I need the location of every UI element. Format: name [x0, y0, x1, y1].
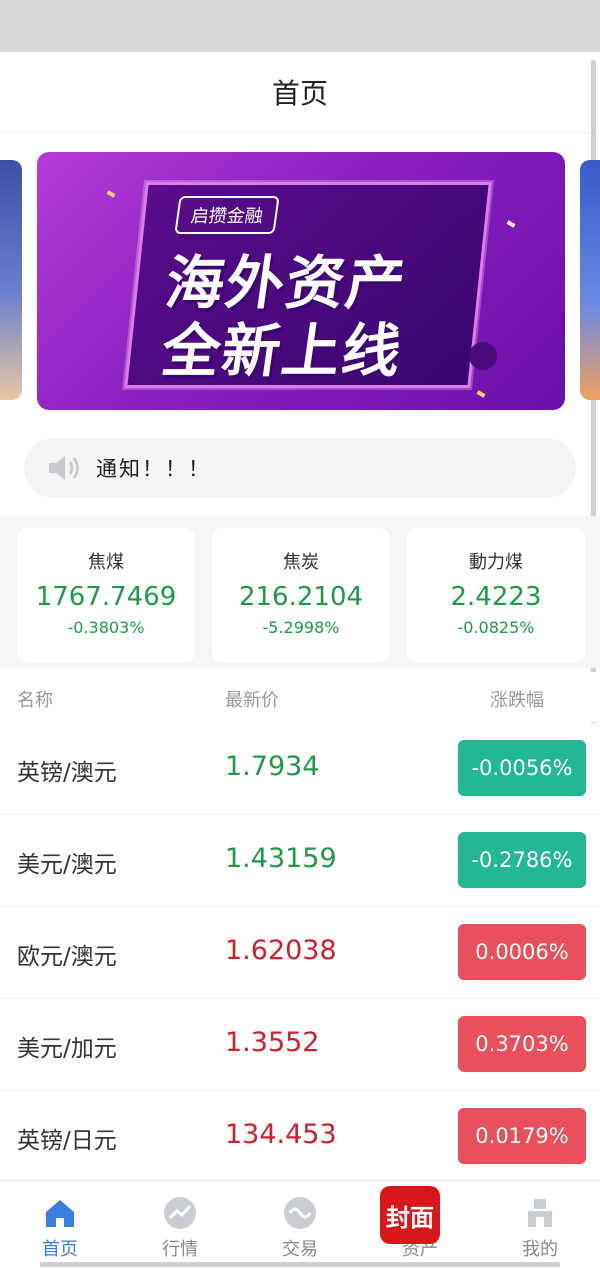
market-row[interactable]: 英镑/澳元 1.7934 -0.0056% [0, 723, 600, 815]
market-row-pair: 英镑/澳元 [17, 760, 117, 786]
bottom-tab-bar: 首页 行情 交易 资产 我的 [0, 1180, 600, 1268]
status-bar [0, 0, 600, 52]
change-badge[interactable]: 0.0006% [458, 924, 586, 980]
quote-card-change: -0.0825% [457, 618, 535, 637]
market-row-price: 134.453 [225, 1119, 337, 1150]
watermark-logo: 封面 [380, 1186, 440, 1244]
change-badge[interactable]: -0.2786% [458, 832, 586, 888]
tab-home[interactable]: 首页 [0, 1181, 120, 1268]
quote-card-name: 焦煤 [88, 552, 124, 573]
market-row-price: 1.7934 [225, 751, 320, 782]
home-icon [46, 1200, 74, 1227]
market-row-pair: 欧元/澳元 [17, 944, 117, 970]
quote-card-price: 2.4223 [450, 582, 542, 612]
home-indicator [40, 1262, 560, 1267]
column-header-price: 最新价 [225, 690, 279, 711]
column-header-name: 名称 [17, 690, 53, 711]
market-row-pair: 美元/加元 [17, 1036, 117, 1062]
market-list-header: 名称 最新价 涨跌幅 [0, 672, 600, 722]
market-row-pair: 英镑/日元 [17, 1128, 117, 1154]
quote-card[interactable]: 焦煤 1767.7469 -0.3803% [17, 528, 195, 662]
quote-card-price: 216.2104 [238, 582, 364, 612]
notice-bar[interactable]: 通知！！！ [24, 438, 576, 498]
quote-card[interactable]: 焦炭 216.2104 -5.2998% [212, 528, 390, 662]
market-row[interactable]: 美元/澳元 1.43159 -0.2786% [0, 815, 600, 907]
column-header-change: 涨跌幅 [490, 690, 544, 711]
page-title: 首页 [271, 77, 328, 110]
tab-trade[interactable]: 交易 [240, 1181, 360, 1268]
confetti-decoration [476, 390, 486, 398]
quote-card[interactable]: 動力煤 2.4223 -0.0825% [407, 528, 585, 662]
confetti-decoration [106, 190, 116, 198]
change-badge[interactable]: 0.0179% [458, 1108, 586, 1164]
tab-label: 交易 [282, 1239, 318, 1260]
market-row-price: 1.62038 [225, 935, 337, 966]
market-row-pair: 美元/澳元 [17, 852, 117, 878]
exchange-icon [284, 1197, 316, 1229]
tab-market[interactable]: 行情 [120, 1181, 240, 1268]
profile-icon [528, 1199, 552, 1227]
market-row-price: 1.43159 [225, 843, 337, 874]
market-row[interactable]: 欧元/澳元 1.62038 0.0006% [0, 907, 600, 999]
banner-decor-circle [469, 342, 497, 370]
banner-slide-next[interactable] [580, 160, 600, 400]
confetti-decoration [506, 220, 516, 228]
quote-card-price: 1767.7469 [35, 582, 177, 612]
quote-card-change: -5.2998% [262, 618, 340, 637]
quote-card-change: -0.3803% [67, 618, 145, 637]
market-row[interactable]: 英镑/日元 134.453 0.0179% [0, 1091, 600, 1183]
tab-profile[interactable]: 我的 [480, 1181, 600, 1268]
tab-label: 行情 [162, 1239, 198, 1260]
tab-label: 我的 [522, 1239, 558, 1260]
change-badge[interactable]: -0.0056% [458, 740, 586, 796]
market-row[interactable]: 美元/加元 1.3552 0.3703% [0, 999, 600, 1091]
quote-card-name: 動力煤 [469, 552, 523, 573]
page-header: 首页 [0, 52, 600, 133]
banner-headline-2: 全新上线 [157, 317, 408, 385]
change-badge[interactable]: 0.3703% [458, 1016, 586, 1072]
speaker-icon [49, 456, 79, 480]
chart-icon [164, 1197, 196, 1229]
banner-slide-current[interactable]: 启攒金融 海外资产 全新上线 [37, 152, 565, 410]
banner-brand: 启攒金融 [174, 196, 280, 234]
quote-card-name: 焦炭 [283, 552, 319, 573]
market-row-price: 1.3552 [225, 1027, 320, 1058]
tab-label: 首页 [42, 1239, 78, 1260]
banner-carousel[interactable]: 启攒金融 海外资产 全新上线 [0, 150, 600, 412]
banner-slide-previous[interactable] [0, 160, 22, 400]
notice-text: 通知！！！ [96, 457, 211, 481]
